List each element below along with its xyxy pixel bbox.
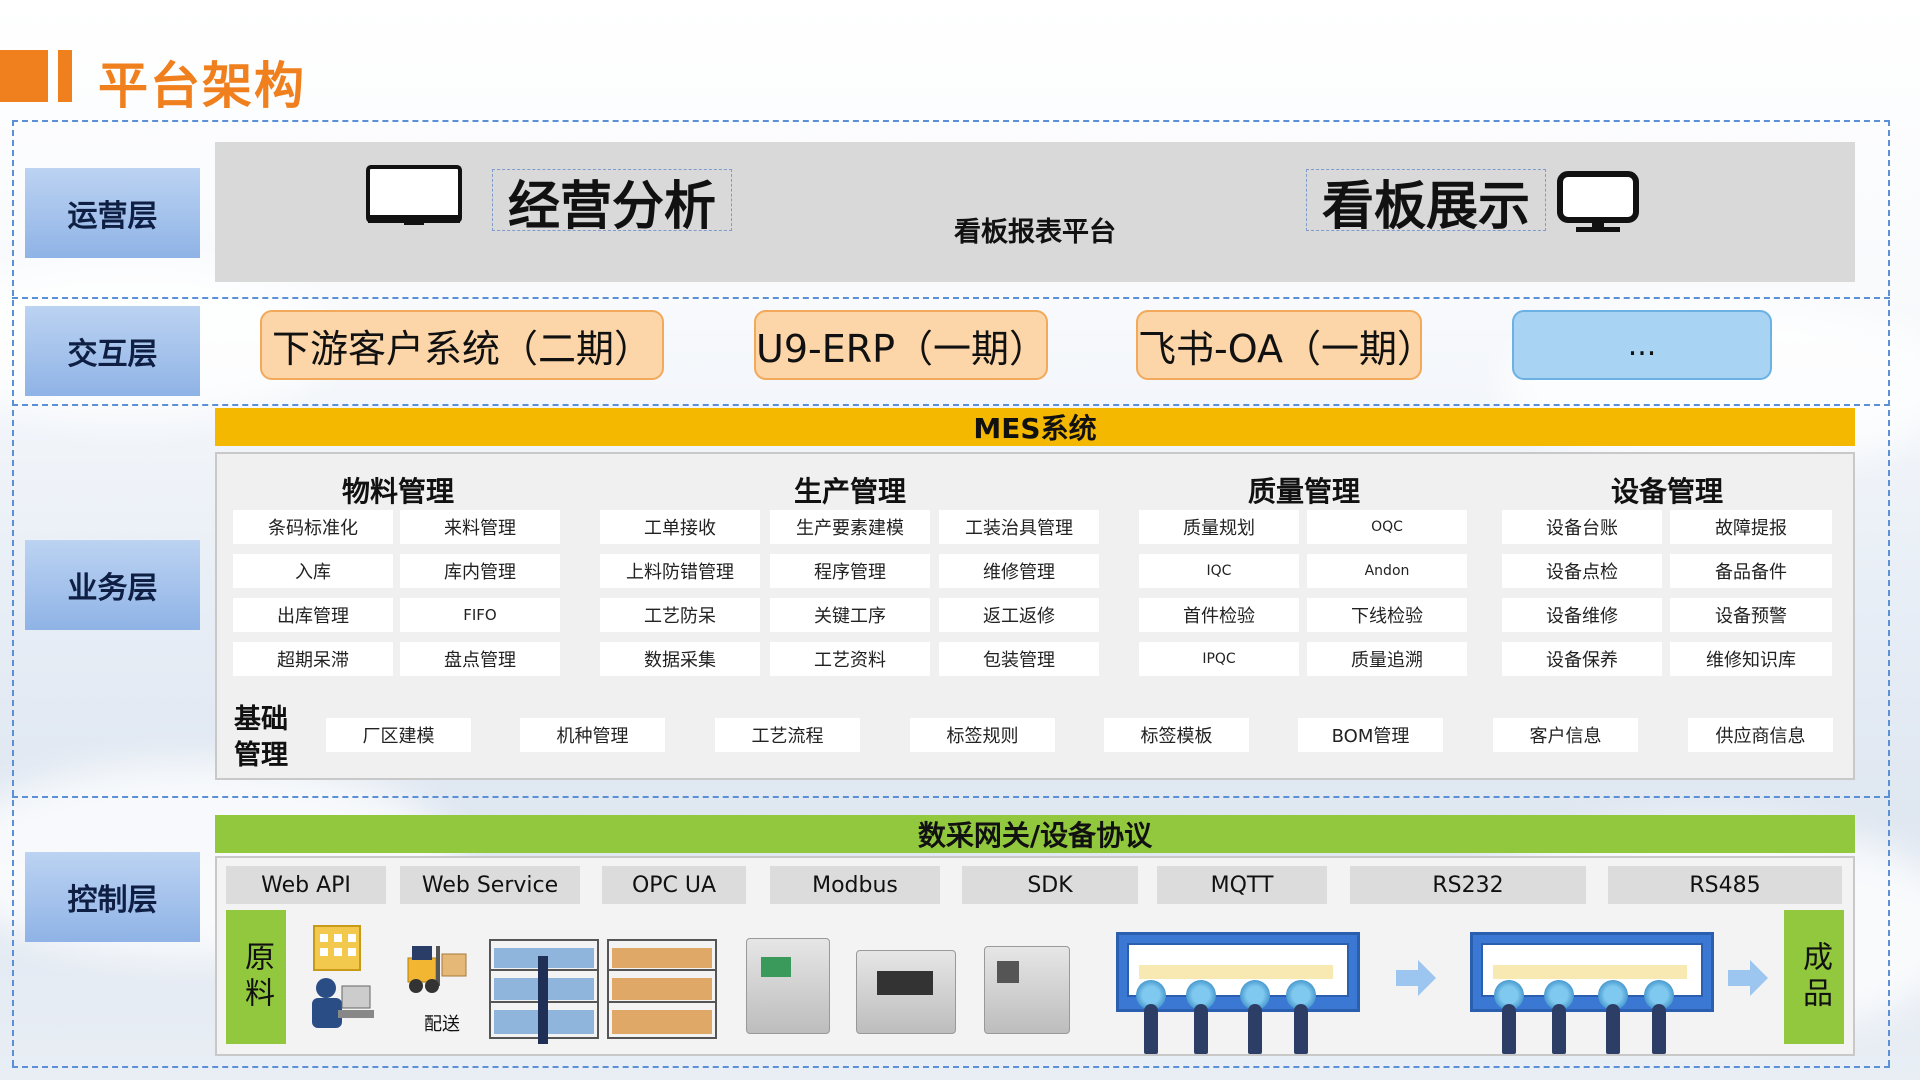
arrow-right-icon bbox=[1728, 958, 1768, 998]
gateway-title-bar: 数采网关/设备协议 bbox=[215, 815, 1855, 853]
equipment-item: 备品备件 bbox=[1670, 554, 1832, 588]
frame-left bbox=[12, 120, 14, 1066]
protocol-opc-ua: OPC UA bbox=[602, 866, 746, 904]
storage-shelves-icon bbox=[488, 936, 718, 1044]
equipment-item: 维修知识库 bbox=[1670, 642, 1832, 676]
production-item: 工艺防呆 bbox=[600, 598, 760, 632]
arrow-right-icon bbox=[1396, 958, 1436, 998]
material-item: 超期呆滞 bbox=[233, 642, 393, 676]
equipment-item: 设备预警 bbox=[1670, 598, 1832, 632]
protocol-modbus: Modbus bbox=[770, 866, 940, 904]
title-accent-stripe bbox=[58, 50, 72, 102]
base-title: 基础 管理 bbox=[234, 702, 288, 774]
placement-machine-icon bbox=[984, 946, 1070, 1034]
production-item: 生产要素建模 bbox=[770, 510, 930, 544]
page-title: 平台架构 bbox=[98, 57, 306, 115]
frame-top bbox=[12, 120, 1890, 122]
equipment-item: 故障提报 bbox=[1670, 510, 1832, 544]
dashboard-label: 看板展示 bbox=[1321, 177, 1530, 237]
production-item: 关键工序 bbox=[770, 598, 930, 632]
quality-item: Andon bbox=[1307, 554, 1467, 588]
mes-title-bar: MES系统 bbox=[215, 408, 1855, 446]
analysis-label: 经营分析 bbox=[507, 177, 716, 237]
layer-label-business: 业务层 bbox=[25, 540, 200, 630]
material-item: 库内管理 bbox=[400, 554, 560, 588]
base-item: 客户信息 bbox=[1493, 718, 1638, 752]
production-item: 返工返修 bbox=[939, 598, 1099, 632]
production-item: 工装治具管理 bbox=[939, 510, 1099, 544]
raw-material-label: 原料 bbox=[226, 910, 286, 1044]
production-item: 上料防错管理 bbox=[600, 554, 760, 588]
material-item: 来料管理 bbox=[400, 510, 560, 544]
system-more: ... bbox=[1512, 310, 1772, 380]
production-item: 工艺资料 bbox=[770, 642, 930, 676]
inspection-machine-icon bbox=[746, 938, 830, 1034]
system-feishu-oa: 飞书-OA（一期） bbox=[1136, 310, 1435, 380]
protocol-rs232: RS232 bbox=[1350, 866, 1586, 904]
production-item: 维修管理 bbox=[939, 554, 1099, 588]
group-title-quality: 质量管理 bbox=[1247, 475, 1360, 508]
production-item: 程序管理 bbox=[770, 554, 930, 588]
divider-interaction bbox=[12, 404, 1890, 406]
base-item: 工艺流程 bbox=[715, 718, 860, 752]
material-item: 条码标准化 bbox=[233, 510, 393, 544]
system-u9-erp: U9-ERP（一期） bbox=[754, 310, 1048, 380]
printer-machine-icon bbox=[856, 950, 956, 1034]
production-item: 包装管理 bbox=[939, 642, 1099, 676]
quality-item: 下线检验 bbox=[1307, 598, 1467, 632]
protocol-web-api: Web API bbox=[226, 866, 386, 904]
quality-item: IQC bbox=[1139, 554, 1299, 588]
material-item: FIFO bbox=[400, 598, 560, 632]
monitor-icon bbox=[366, 165, 462, 227]
equipment-item: 设备维修 bbox=[1502, 598, 1662, 632]
base-title-line2: 管理 bbox=[234, 740, 288, 771]
group-title-equipment: 设备管理 bbox=[1610, 475, 1723, 508]
platform-label: 看板报表平台 bbox=[954, 217, 1116, 248]
desktop-icon bbox=[1556, 170, 1640, 234]
protocol-mqtt: MQTT bbox=[1157, 866, 1327, 904]
warehouse-operator-icon bbox=[304, 918, 376, 1030]
system-downstream-customer: 下游客户系统（二期） bbox=[260, 310, 664, 380]
quality-item: IPQC bbox=[1139, 642, 1299, 676]
group-title-material: 物料管理 bbox=[341, 475, 454, 508]
finished-product-label: 成品 bbox=[1784, 910, 1844, 1044]
divider-business bbox=[12, 796, 1890, 798]
quality-item: OQC bbox=[1307, 510, 1467, 544]
material-item: 入库 bbox=[233, 554, 393, 588]
quality-item: 首件检验 bbox=[1139, 598, 1299, 632]
frame-right bbox=[1888, 120, 1890, 1066]
layer-label-interaction: 交互层 bbox=[25, 306, 200, 396]
production-item: 工单接收 bbox=[600, 510, 760, 544]
material-item: 出库管理 bbox=[233, 598, 393, 632]
protocol-sdk: SDK bbox=[962, 866, 1138, 904]
protocol-web-service: Web Service bbox=[400, 866, 580, 904]
base-item: BOM管理 bbox=[1298, 718, 1443, 752]
base-item: 标签规则 bbox=[910, 718, 1055, 752]
delivery-label: 配送 bbox=[424, 1014, 460, 1035]
quality-item: 质量追溯 bbox=[1307, 642, 1467, 676]
equipment-item: 设备台账 bbox=[1502, 510, 1662, 544]
layer-label-ops: 运营层 bbox=[25, 168, 200, 258]
forklift-icon bbox=[404, 940, 470, 996]
frame-bottom bbox=[12, 1066, 1890, 1068]
production-item: 数据采集 bbox=[600, 642, 760, 676]
protocol-rs485: RS485 bbox=[1608, 866, 1842, 904]
equipment-item: 设备点检 bbox=[1502, 554, 1662, 588]
base-item: 标签模板 bbox=[1104, 718, 1249, 752]
base-item: 供应商信息 bbox=[1688, 718, 1833, 752]
group-title-production: 生产管理 bbox=[793, 475, 906, 508]
layer-label-control: 控制层 bbox=[25, 852, 200, 942]
material-item: 盘点管理 bbox=[400, 642, 560, 676]
base-title-line1: 基础 bbox=[234, 704, 288, 735]
title-accent-block bbox=[0, 50, 48, 102]
base-item: 厂区建模 bbox=[326, 718, 471, 752]
equipment-item: 设备保养 bbox=[1502, 642, 1662, 676]
quality-item: 质量规划 bbox=[1139, 510, 1299, 544]
divider-ops bbox=[12, 297, 1890, 299]
base-item: 机种管理 bbox=[520, 718, 665, 752]
